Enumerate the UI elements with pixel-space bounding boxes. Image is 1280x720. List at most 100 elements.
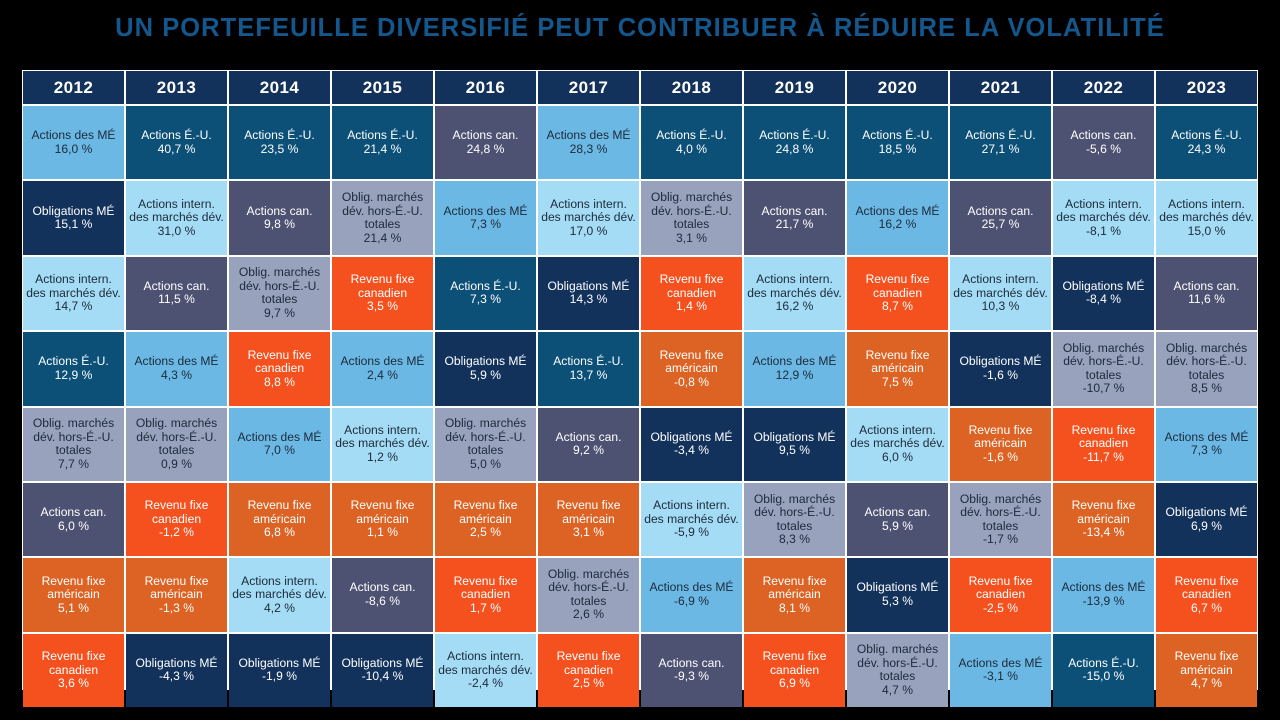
quilt-cell-label: Revenu fixe américain [247,498,312,526]
quilt-cell-value: 2,6 % [573,607,604,622]
quilt-cell: Oblig. marchés dév. hors-É.-U. totales 9,… [229,256,330,331]
quilt-cell-value: 21,4 % [363,141,402,156]
quilt-cell-value: -0,8 % [674,374,709,389]
quilt-cell-label: Actions can. [143,278,210,293]
quilt-cell-value: -3,1 % [983,669,1018,684]
quilt-cell-label: Revenu fixe canadien [247,347,312,376]
quilt-cell-label: Actions can. [1173,278,1240,293]
quilt-cell-value: -11,7 % [1083,449,1124,464]
quilt-cell: Oblig. marchés dév. hors-É.-U. totales 8,… [1156,332,1257,406]
quilt-cell: Revenu fixe américain 2,5 % [435,482,536,557]
quilt-cell-value: 12,9 % [775,367,814,382]
quilt-cell-label: Revenu fixe canadien [1174,573,1239,602]
quilt-cell-value: 15,0 % [1187,223,1226,238]
quilt-cell-label: Actions intern. des marchés dév. [1056,196,1151,225]
quilt-cell-value: 24,3 % [1187,141,1226,156]
quilt-cell: Oblig. marchés dév. hors-É.-U. totales 7,… [23,407,124,481]
quilt-cell-label: Actions des MÉ [649,580,734,595]
quilt-cell-value: 9,8 % [264,217,295,232]
quilt-cell-label: Actions can. [452,128,519,143]
quilt-cell: Actions intern. des marchés dév. 15,0 % [1156,181,1257,255]
quilt-cell-label: Revenu fixe américain [968,422,1033,451]
quilt-cell-value: 3,6 % [58,676,89,691]
quilt-cell: Oblig. marchés dév. hors-É.-U. totales 21… [332,181,433,255]
quilt-cell: Revenu fixe canadien -1,2 % [126,482,227,557]
quilt-cell-label: Revenu fixe américain [1071,498,1136,526]
quilt-cell-value: -8,1 % [1086,223,1121,238]
quilt-cell: Obligations MÉ 6,9 % [1156,482,1257,557]
quilt-cell-label: Oblig. marchés dév. hors-É.-U. totales [1062,340,1145,382]
quilt-cell: Revenu fixe américain -13,4 % [1053,482,1154,557]
quilt-cell-label: Revenu fixe américain [41,573,106,602]
quilt-cell: Oblig. marchés dév. hors-É.-U. totales 3,… [641,181,742,255]
quilt-cell-label: Revenu fixe canadien [762,649,827,677]
quilt-cell-value: 1,7 % [470,600,501,615]
quilt-cell: Revenu fixe canadien 1,7 % [435,558,536,632]
quilt-cell: Revenu fixe canadien 6,9 % [744,633,845,707]
quilt-cell-value: 27,1 % [981,141,1020,156]
quilt-cell-value: 1,2 % [367,449,398,464]
quilt-cell-label: Obligations MÉ [444,354,527,369]
quilt-cell: Revenu fixe américain 1,1 % [332,482,433,557]
quilt-cell-label: Oblig. marchés dév. hors-É.-U. totales [959,491,1042,533]
quilt-cell-label: Oblig. marchés dév. hors-É.-U. totales [856,642,939,684]
quilt-cell: Actions intern. des marchés dév. -5,9 % [641,482,742,557]
quilt-cell-value: -1,2 % [159,525,194,540]
quilt-cell-value: 28,3 % [569,141,608,156]
column-header-2021: 2021 [950,71,1051,104]
quilt-cell-value: 18,5 % [878,141,917,156]
quilt-cell: Obligations MÉ 5,3 % [847,558,948,632]
quilt-cell-value: 21,4 % [363,230,402,245]
quilt-cell-value: 2,5 % [573,676,604,691]
quilt-cell-label: Revenu fixe américain [453,498,518,526]
quilt-cell-label: Actions É.-U. [862,128,933,143]
column-header-2016: 2016 [435,71,536,104]
quilt-cell-label: Revenu fixe américain [1174,649,1239,677]
quilt-cell: Actions É.-U. 18,5 % [847,106,948,180]
quilt-cell-value: 2,5 % [470,525,501,540]
quilt-cell-value: 7,5 % [882,374,913,389]
quilt-cell-label: Actions intern. des marchés dév. [129,196,224,225]
quilt-cell-value: -2,4 % [468,676,503,691]
quilt-cell: Revenu fixe américain 7,5 % [847,332,948,406]
quilt-cell-label: Actions É.-U. [38,354,109,369]
quilt-cell-label: Actions des MÉ [443,203,528,218]
quilt-cell-value: 11,5 % [158,292,195,307]
quilt-cell: Actions É.-U. 7,3 % [435,256,536,331]
quilt-cell: Actions É.-U. 23,5 % [229,106,330,180]
quilt-cell: Actions intern. des marchés dév. 1,2 % [332,407,433,481]
quilt-cell-label: Oblig. marchés dév. hors-É.-U. totales [753,491,836,533]
quilt-cell: Actions É.-U. 24,3 % [1156,106,1257,180]
quilt-cell: Actions can. 6,0 % [23,482,124,557]
column-header-2022: 2022 [1053,71,1154,104]
quilt-cell-value: 5,0 % [470,456,501,471]
quilt-cell: Actions des MÉ 7,0 % [229,407,330,481]
quilt-cell-value: -13,4 % [1082,525,1125,540]
quilt-cell-value: 16,2 % [775,299,814,314]
quilt-cell-label: Actions can. [246,203,313,218]
quilt-cell: Actions É.-U. 13,7 % [538,332,639,406]
quilt-cell-value: 13,7 % [569,367,608,382]
quilt-cell: Actions É.-U. 4,0 % [641,106,742,180]
quilt-cell-label: Actions intern. des marchés dév. [644,498,739,526]
quilt-cell: Revenu fixe canadien 8,8 % [229,332,330,406]
quilt-cell: Actions intern. des marchés dév. 10,3 % [950,256,1051,331]
quilt-cell-label: Actions É.-U. [347,128,418,143]
quilt-cell-label: Actions can. [40,505,107,520]
quilt-cell: Actions des MÉ 7,3 % [435,181,536,255]
quilt-cell-value: -1,9 % [262,669,297,684]
quilt-cell: Actions É.-U. 27,1 % [950,106,1051,180]
quilt-cell-value: 9,5 % [779,443,810,458]
quilt-cell: Actions É.-U. 21,4 % [332,106,433,180]
quilt-cell-label: Revenu fixe américain [659,347,724,376]
quilt-cell-label: Oblig. marchés dév. hors-É.-U. totales [650,190,733,232]
quilt-cell-label: Oblig. marchés dév. hors-É.-U. totales [341,190,424,232]
quilt-cell-label: Actions can. [761,203,828,218]
quilt-cell-value: -9,3 % [674,669,709,684]
quilt-cell: Obligations MÉ -8,4 % [1053,256,1154,331]
quilt-cell: Actions can. -9,3 % [641,633,742,707]
quilt-cell-value: 3,5 % [367,299,398,314]
quilt-cell: Obligations MÉ 5,9 % [435,332,536,406]
quilt-cell-value: 1,4 % [676,299,707,314]
quilt-cell-label: Actions intern. des marchés dév. [335,422,430,451]
